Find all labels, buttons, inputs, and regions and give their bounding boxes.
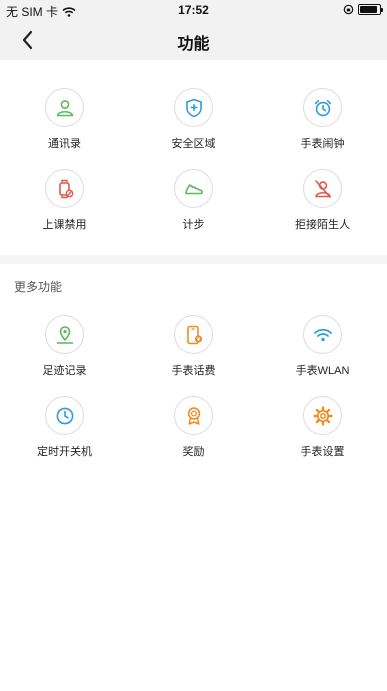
feature-award[interactable]: 奖励 — [129, 396, 258, 459]
nav-bar: 功能 — [0, 20, 387, 60]
reject-stranger-icon — [303, 169, 342, 208]
feature-step-count[interactable]: 计步 — [129, 169, 258, 232]
feature-wlan[interactable]: 手表WLAN — [258, 315, 387, 378]
timer-clock-icon — [45, 396, 84, 435]
status-right — [343, 4, 383, 15]
feature-phone-bill[interactable]: 手表话费 — [129, 315, 258, 378]
feature-label: 拒接陌生人 — [295, 219, 350, 231]
feature-reject-stranger[interactable]: 拒接陌生人 — [258, 169, 387, 232]
orientation-lock-icon — [343, 4, 354, 15]
battery-icon — [358, 4, 383, 15]
contacts-icon — [45, 88, 84, 127]
section-divider — [0, 255, 387, 264]
wifi-icon — [303, 315, 342, 354]
feature-footprint[interactable]: 足迹记录 — [0, 315, 129, 378]
feature-label: 安全区域 — [171, 138, 216, 150]
status-time: 17:52 — [178, 3, 209, 17]
feature-label: 足迹记录 — [42, 365, 87, 377]
feature-label: 手表闹钟 — [300, 138, 345, 150]
feature-safe-zone[interactable]: 安全区域 — [129, 88, 258, 151]
more-features-heading: 更多功能 — [14, 280, 63, 294]
gear-icon — [303, 396, 342, 435]
shoe-icon — [174, 169, 213, 208]
back-button[interactable] — [14, 26, 42, 54]
chevron-left-icon — [22, 30, 33, 50]
safe-zone-icon — [174, 88, 213, 127]
feature-label: 上课禁用 — [42, 219, 87, 231]
award-icon — [174, 396, 213, 435]
main-features-grid: 通讯录 安全区域 手表闹钟 上课禁用 计步 拒接陌生人 — [0, 88, 387, 232]
empty-area — [0, 470, 387, 691]
status-bar: 无 SIM 卡 17:52 — [0, 0, 387, 20]
class-disable-icon — [45, 169, 84, 208]
feature-label: 手表WLAN — [295, 365, 350, 377]
feature-label: 通讯录 — [48, 138, 81, 150]
feature-class-disable[interactable]: 上课禁用 — [0, 169, 129, 232]
alarm-clock-icon — [303, 88, 342, 127]
feature-label: 奖励 — [182, 446, 205, 458]
feature-watch-settings[interactable]: 手表设置 — [258, 396, 387, 459]
feature-alarm[interactable]: 手表闹钟 — [258, 88, 387, 151]
feature-timer-power[interactable]: 定时开关机 — [0, 396, 129, 459]
feature-label: 手表设置 — [300, 446, 345, 458]
more-features-grid: 足迹记录 手表话费 手表WLAN 定时开关机 奖励 手表设置 — [0, 315, 387, 459]
footprint-icon — [45, 315, 84, 354]
feature-label: 计步 — [182, 219, 205, 231]
phone-bill-icon — [174, 315, 213, 354]
battery-fill — [360, 6, 378, 13]
feature-label: 定时开关机 — [37, 446, 92, 458]
feature-label: 手表话费 — [171, 365, 216, 377]
page-title: 功能 — [177, 36, 210, 53]
feature-contacts[interactable]: 通讯录 — [0, 88, 129, 151]
